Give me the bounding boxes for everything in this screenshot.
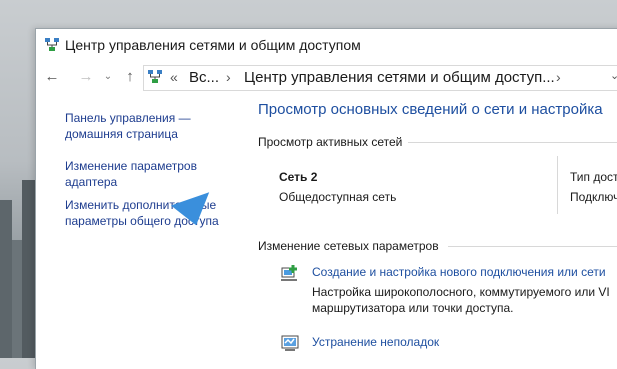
address-bar[interactable]: « Вс... › Центр управления сетями и общи… [143, 65, 617, 91]
chevron-right-icon[interactable]: › [556, 69, 561, 85]
sidebar: Панель управления — домашняя страница Из… [36, 93, 236, 369]
new-connection-description: Настройка широкополосного, коммутируемог… [312, 285, 610, 299]
troubleshoot-icon[interactable] [279, 333, 301, 355]
new-connection-icon[interactable] [279, 264, 301, 286]
page-title: Просмотр основных сведений о сети и наст… [258, 101, 603, 118]
troubleshoot-link[interactable]: Устранение неполадок [312, 335, 439, 349]
change-settings-title: Изменение сетевых параметров [258, 239, 439, 253]
access-type-label: Тип дост [570, 170, 617, 184]
connections-label: Подключ [570, 190, 617, 204]
network-type-link[interactable]: Общедоступная сеть [279, 190, 396, 204]
recent-locations-icon[interactable]: ⌄ [98, 67, 118, 87]
desktop-building [22, 180, 35, 358]
navigation-bar: ← → ⌄ ↑ « Вс... › Центр управления сетям… [36, 61, 617, 93]
control-panel-window: Центр управления сетями и общим доступом… [35, 28, 617, 369]
network-name: Сеть 2 [279, 170, 318, 184]
divider [408, 142, 617, 143]
breadcrumb-root[interactable]: Вс... [189, 69, 219, 86]
forward-button[interactable]: → [76, 67, 96, 87]
sidebar-item-control-panel-home[interactable]: Панель управления — домашняя страница [65, 110, 235, 142]
overflow-chevron-icon[interactable]: « [170, 69, 178, 85]
up-button[interactable]: ↑ [120, 67, 140, 87]
chevron-right-icon[interactable]: › [226, 69, 231, 85]
back-button[interactable]: ← [42, 67, 62, 87]
desktop-building [12, 240, 22, 358]
divider [448, 246, 617, 247]
divider [557, 156, 558, 214]
window-title: Центр управления сетями и общим доступом [65, 37, 361, 53]
breadcrumb-current[interactable]: Центр управления сетями и общим доступ..… [244, 69, 555, 86]
desktop-building [0, 200, 12, 358]
new-connection-description: маршрутизатора или точки доступа. [312, 301, 514, 315]
active-networks-title: Просмотр активных сетей [258, 135, 403, 149]
network-center-icon [148, 70, 162, 83]
new-connection-link[interactable]: Создание и настройка нового подключения … [312, 265, 606, 279]
main-content: Просмотр основных сведений о сети и наст… [236, 93, 617, 369]
titlebar: Центр управления сетями и общим доступом [36, 29, 617, 61]
address-dropdown-icon[interactable]: ⌄ [610, 69, 617, 82]
network-center-icon [45, 38, 59, 51]
